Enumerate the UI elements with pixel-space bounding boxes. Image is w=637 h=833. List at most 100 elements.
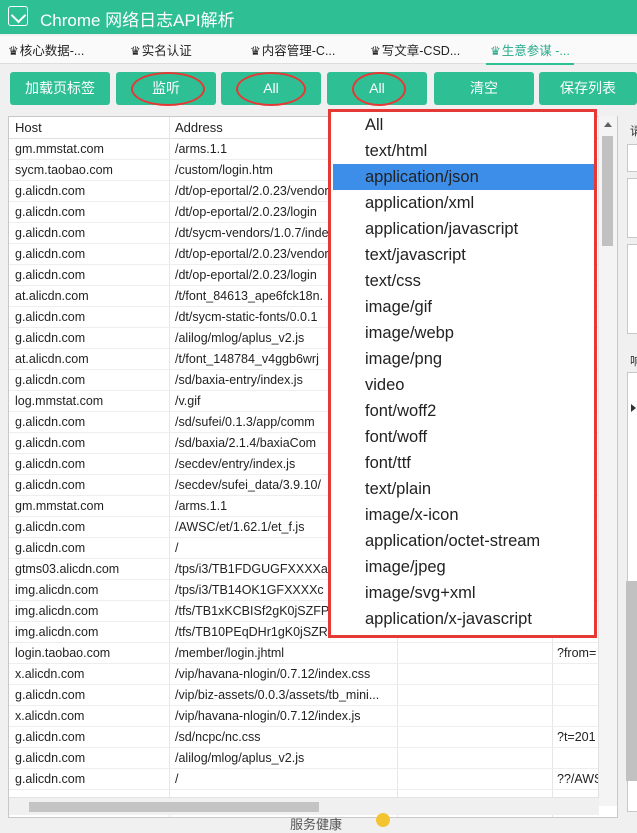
dropdown-option[interactable]: text/plain [333, 476, 594, 502]
table-row[interactable]: g.alicdn.com/vip/biz-assets/0.0.3/assets… [9, 685, 617, 706]
dropdown-option[interactable]: image/png [333, 346, 594, 372]
dropdown-option[interactable]: application/xml [333, 190, 594, 216]
monitor-button[interactable]: 监听 [116, 72, 216, 105]
column-header-address[interactable]: Address [175, 120, 223, 135]
panel-label: 响 [630, 354, 637, 368]
side-panel: 请 响 [622, 116, 637, 818]
load-bookmark-button[interactable]: 加载页标签 [10, 72, 110, 105]
dropdown-option[interactable]: image/svg+xml [333, 580, 594, 606]
host-cell: g.alicdn.com [15, 268, 86, 282]
address-cell: /member/login.jhtml [175, 646, 285, 660]
table-row[interactable]: x.alicdn.com/vip/havana-nlogin/0.7.12/in… [9, 706, 617, 727]
dropdown-option[interactable]: video [333, 372, 594, 398]
address-cell: /vip/biz-assets/0.0.3/assets/tb_mini... [175, 688, 380, 702]
host-cell: g.alicdn.com [15, 478, 86, 492]
host-cell: img.alicdn.com [15, 583, 99, 597]
dropdown-option[interactable]: application/x-javascript [333, 606, 594, 632]
window-title: Chrome 网络日志API解析 [40, 11, 235, 30]
scrollbar-thumb[interactable] [626, 581, 637, 781]
dropdown-option[interactable]: application/octet-stream [333, 528, 594, 554]
toolbar: 加载页标签 监听 All All 清空 保存列表 [0, 70, 637, 108]
dropdown-option[interactable]: image/webp [333, 320, 594, 346]
crown-icon: ♛ [490, 44, 501, 58]
dropdown-option[interactable]: text/css [333, 268, 594, 294]
host-cell: x.alicdn.com [15, 667, 85, 681]
title-bar: Chrome 网络日志API解析 [0, 0, 637, 34]
clear-button[interactable]: 清空 [434, 72, 534, 105]
crown-icon: ♛ [370, 44, 381, 58]
dropdown-option[interactable]: image/x-icon [333, 502, 594, 528]
table-row[interactable]: g.alicdn.com / ??/AWS [9, 769, 617, 790]
tab-write-article[interactable]: ♛写文章-CSD... [370, 40, 460, 59]
tab-content-mgmt[interactable]: ♛内容管理-C... [250, 40, 335, 59]
host-cell: g.alicdn.com [15, 520, 86, 534]
scrollbar-thumb[interactable] [602, 136, 613, 246]
address-cell: /sd/ncpc/nc.css [175, 730, 261, 744]
panel-field[interactable] [627, 144, 637, 172]
table-row[interactable]: g.alicdn.com/alilog/mlog/aplus_v2.js [9, 748, 617, 769]
scrollbar-thumb[interactable] [29, 802, 319, 812]
bottom-status-text: 服务健康 [290, 817, 343, 832]
dropdown-option[interactable]: font/woff2 [333, 398, 594, 424]
host-cell: gm.mmstat.com [15, 499, 104, 513]
dropdown-option[interactable]: image/gif [333, 294, 594, 320]
vertical-scrollbar[interactable] [598, 116, 617, 806]
host-cell: at.alicdn.com [15, 289, 89, 303]
host-cell: at.alicdn.com [15, 352, 89, 366]
tab-real-name[interactable]: ♛实名认证 [130, 40, 192, 59]
address-cell: /vip/havana-nlogin/0.7.12/index.css [175, 667, 371, 681]
host-cell: g.alicdn.com [15, 205, 86, 219]
crown-icon: ♛ [8, 44, 19, 58]
dropdown-option[interactable]: font/ttf [333, 450, 594, 476]
host-cell: img.alicdn.com [15, 604, 99, 618]
host-cell: g.alicdn.com [15, 247, 86, 261]
host-cell: g.alicdn.com [15, 688, 86, 702]
dropdown-option[interactable]: application/javascript [333, 216, 594, 242]
host-cell: g.alicdn.com [15, 184, 86, 198]
host-cell: g.alicdn.com [15, 541, 86, 555]
scroll-up-arrow-icon[interactable] [604, 122, 612, 127]
tab-strip: ♛核心数据-... ♛实名认证 ♛内容管理-C... ♛写文章-CSD... ♛… [0, 36, 637, 65]
filter-all-button-2[interactable]: All [327, 72, 427, 105]
dropdown-option[interactable]: text/html [333, 138, 594, 164]
tab-core-data[interactable]: ♛核心数据-... [8, 40, 84, 59]
dropdown-option[interactable]: All [333, 112, 594, 138]
dropdown-option[interactable]: font/woff [333, 424, 594, 450]
host-cell: gm.mmstat.com [15, 142, 104, 156]
table-row[interactable]: x.alicdn.com/vip/havana-nlogin/0.7.12/in… [9, 664, 617, 685]
table-row[interactable]: login.taobao.com/member/login.jhtml ?from… [9, 643, 617, 664]
tab-business-advisor[interactable]: ♛生意参谋 -... [486, 40, 574, 65]
host-cell: g.alicdn.com [15, 331, 86, 345]
host-cell: g.alicdn.com [15, 436, 86, 450]
crown-icon: ♛ [130, 44, 141, 58]
host-cell: log.mmstat.com [15, 394, 104, 408]
save-list-button[interactable]: 保存列表 [539, 72, 637, 105]
filter-all-button-1[interactable]: All [221, 72, 321, 105]
address-cell: / [175, 772, 179, 786]
dropdown-option[interactable]: image/jpeg [333, 554, 594, 580]
address-cell: /alilog/mlog/aplus_v2.js [175, 751, 305, 765]
host-cell: img.alicdn.com [15, 625, 99, 639]
host-cell: g.alicdn.com [15, 226, 86, 240]
row-marker-icon [631, 404, 636, 412]
panel-field[interactable] [627, 178, 637, 238]
column-header-host[interactable]: Host [15, 120, 42, 135]
host-cell: g.alicdn.com [15, 415, 86, 429]
host-cell: g.alicdn.com [15, 751, 86, 765]
host-cell: g.alicdn.com [15, 730, 86, 744]
host-cell: gtms03.alicdn.com [15, 562, 120, 576]
crown-icon: ♛ [250, 44, 261, 58]
address-cell: /vip/havana-nlogin/0.7.12/index.js [175, 709, 361, 723]
dropdown-option[interactable]: application/json [333, 164, 594, 190]
dropdown-option[interactable]: text/javascript [333, 242, 594, 268]
content-type-dropdown[interactable]: All text/html application/json application/… [328, 109, 597, 638]
host-cell: g.alicdn.com [15, 772, 86, 786]
table-row[interactable]: g.alicdn.com/sd/ncpc/nc.css ?t=201 [9, 727, 617, 748]
app-check-icon [8, 6, 28, 26]
panel-field[interactable] [627, 244, 637, 334]
host-cell: sycm.taobao.com [15, 163, 113, 177]
horizontal-scrollbar[interactable] [9, 797, 599, 815]
host-cell: g.alicdn.com [15, 310, 86, 324]
host-cell: x.alicdn.com [15, 709, 85, 723]
host-cell: g.alicdn.com [15, 373, 86, 387]
